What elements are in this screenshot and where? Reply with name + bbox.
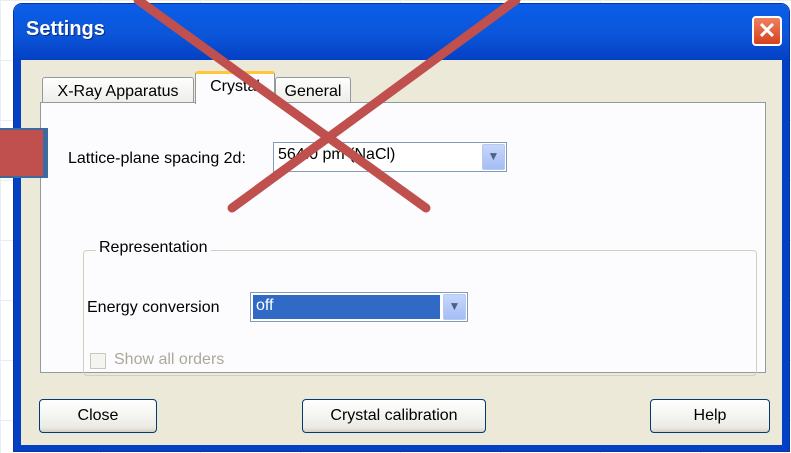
title-bar[interactable]: Settings ✕ [14,4,789,60]
crystal-tab-panel: Lattice-plane spacing 2d: 564.0 pm (NaCl… [40,102,766,376]
close-button-label: Close [77,407,119,424]
chevron-down-icon[interactable]: ▼ [443,294,466,320]
dialog-title: Settings [26,18,105,40]
show-all-orders-checkbox[interactable] [90,353,106,369]
close-icon: ✕ [757,18,777,43]
lattice-spacing-value: 564.0 pm (NaCl) [278,146,396,163]
annotation-marker [0,130,43,176]
representation-group: Representation Energy conversion off ▼ S… [83,239,757,376]
energy-conversion-select[interactable]: off ▼ [250,292,468,322]
lattice-spacing-select[interactable]: 564.0 pm (NaCl) ▼ [273,142,507,172]
lattice-spacing-label: Lattice-plane spacing 2d: [68,150,246,167]
help-button[interactable]: Help [650,399,770,433]
close-window-button[interactable]: ✕ [752,16,782,46]
tab-label: X-Ray Apparatus [57,83,179,100]
chevron-down-icon[interactable]: ▼ [482,144,505,170]
show-all-orders-label: Show all orders [114,351,225,368]
energy-conversion-value: off [253,295,440,319]
dialog-client-area: X-Ray Apparatus Crystal General Lattice-… [21,60,782,445]
help-button-label: Help [693,407,727,424]
energy-conversion-label: Energy conversion [87,299,220,316]
settings-dialog: Settings ✕ X-Ray Apparatus Crystal Gener… [14,4,789,451]
close-button[interactable]: Close [39,399,157,433]
tab-label: General [284,83,342,100]
crystal-calibration-label: Crystal calibration [330,407,458,424]
tab-crystal[interactable]: Crystal [195,71,275,104]
crystal-calibration-button[interactable]: Crystal calibration [302,399,486,433]
tab-label: Crystal [210,78,260,95]
tab-x-ray-apparatus[interactable]: X-Ray Apparatus [42,77,194,105]
tab-general[interactable]: General [275,77,351,105]
representation-legend: Representation [96,239,211,257]
